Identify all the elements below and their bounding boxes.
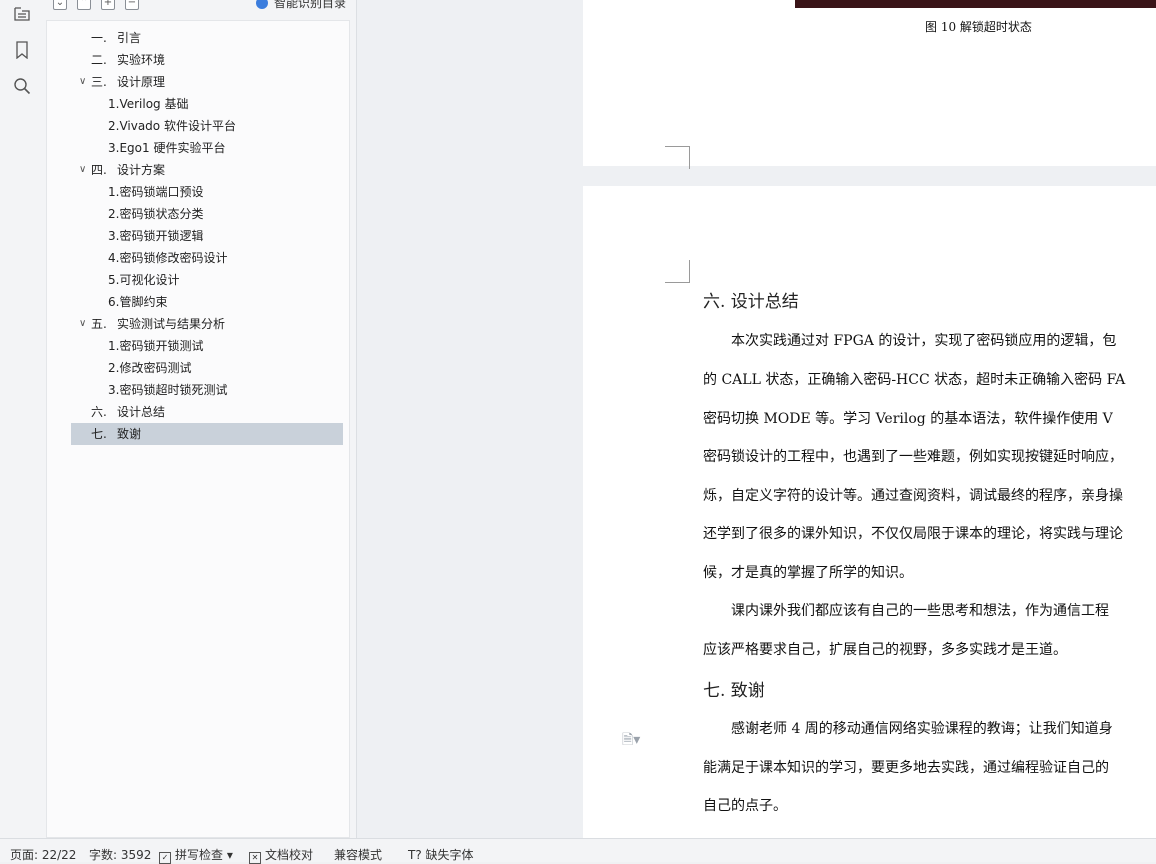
smart-outline-icon bbox=[255, 0, 268, 9]
toc-item[interactable]: 3.Ego1 硬件实验平台 bbox=[71, 137, 343, 159]
chevron-down-icon[interactable]: ∨ bbox=[79, 71, 91, 93]
toc-item[interactable]: 2.Vivado 软件设计平台 bbox=[71, 115, 343, 137]
left-rail bbox=[0, 0, 44, 838]
toc-item[interactable]: 2.修改密码测试 bbox=[71, 357, 343, 379]
figure-caption: 图 10 解锁超时状态 bbox=[925, 20, 1032, 34]
toc-item[interactable]: 5.可视化设计 bbox=[71, 269, 343, 291]
chevron-down-icon[interactable]: ∨ bbox=[79, 159, 91, 181]
status-bar: 页面: 22/22 字数: 3592 ✓ 拼写检查 ▾ ✕ 文档校对 兼容模式 T?… bbox=[0, 838, 1156, 864]
toc-item[interactable]: 一. 引言 bbox=[71, 27, 343, 49]
toc-item[interactable]: ∨ 三. 设计原理 bbox=[71, 71, 343, 93]
outline-panel: ⌄ ⌃ + − 智能识别目录 一. 引言 二. 实验环境 ∨ 三. 设计原理 1.Ver… bbox=[43, 0, 357, 838]
paragraph-line: 的 CALL 状态，正确输入密码-HCC 状态，超时未正确输入密码 FA bbox=[703, 372, 1126, 388]
proof-icon: ✕ bbox=[249, 852, 261, 864]
page-indicator[interactable]: 页面: 22/22 bbox=[10, 846, 76, 863]
word-count[interactable]: 字数: 3592 bbox=[89, 846, 151, 863]
toc-item[interactable]: 二. 实验环境 bbox=[71, 49, 343, 71]
section-heading: 六. 设计总结 bbox=[703, 292, 799, 312]
document-page: 图 10 解锁超时状态 bbox=[583, 0, 1156, 169]
search-icon[interactable] bbox=[11, 75, 33, 97]
outline-icon[interactable] bbox=[11, 3, 33, 25]
font-icon: T? bbox=[408, 848, 426, 862]
toc-item[interactable]: ∨ 五. 实验测试与结果分析 bbox=[71, 313, 343, 335]
toc-item-selected[interactable]: 七. 致谢 bbox=[71, 423, 343, 445]
paragraph-line: 密码锁设计的工程中，也遇到了一些难题，例如实现按键延时响应， bbox=[703, 449, 1123, 465]
figure-image bbox=[795, 0, 1156, 8]
page-corner-mark bbox=[665, 146, 690, 169]
page-corner-mark bbox=[665, 260, 690, 283]
expand-up-icon[interactable]: ⌃ bbox=[77, 0, 91, 10]
paragraph-line: 本次实践通过对 FPGA 的设计，实现了密码锁应用的逻辑，包 bbox=[731, 333, 1117, 349]
toc-item[interactable]: 六. 设计总结 bbox=[71, 401, 343, 423]
paragraph-line: 课内课外我们都应该有自己的一些思考和想法，作为通信工程 bbox=[731, 603, 1109, 619]
paragraph-line: 应该严格要求自己，扩展自己的视野，多多实践才是王道。 bbox=[703, 642, 1067, 658]
collapse-all-icon[interactable]: ⌄ bbox=[53, 0, 67, 10]
document-page: 六. 设计总结 本次实践通过对 FPGA 的设计，实现了密码锁应用的逻辑，包 的… bbox=[583, 186, 1156, 838]
toc-item[interactable]: ∨ 四. 设计方案 bbox=[71, 159, 343, 181]
toc-item[interactable]: 1.密码锁开锁测试 bbox=[71, 335, 343, 357]
doc-proof-button[interactable]: ✕ 文档校对 bbox=[249, 846, 313, 864]
toc-item[interactable]: 3.密码锁超时锁死测试 bbox=[71, 379, 343, 401]
paragraph-tool-icon[interactable]: 🗎▾ bbox=[622, 729, 640, 753]
toc-item[interactable]: 6.管脚约束 bbox=[71, 291, 343, 313]
paragraph-line: 还学到了很多的课外知识，不仅仅局限于课本的理论，将实践与理论 bbox=[703, 526, 1123, 542]
bookmark-icon[interactable] bbox=[11, 39, 33, 61]
check-icon: ✓ bbox=[159, 852, 171, 864]
toc-item[interactable]: 4.密码锁修改密码设计 bbox=[71, 247, 343, 269]
toc-item[interactable]: 3.密码锁开锁逻辑 bbox=[71, 225, 343, 247]
section-heading: 七. 致谢 bbox=[703, 681, 765, 701]
remove-heading-icon[interactable]: − bbox=[125, 0, 139, 10]
paragraph-line: 候，才是真的掌握了所学的知识。 bbox=[703, 565, 913, 581]
paragraph-line: 密码切换 MODE 等。学习 Verilog 的基本语法，软件操作使用 V bbox=[703, 411, 1113, 427]
outline-toolbar: ⌄ ⌃ + − 智能识别目录 bbox=[43, 0, 356, 18]
smart-outline-label: 智能识别目录 bbox=[273, 0, 346, 10]
paragraph-line: 自己的点子。 bbox=[703, 798, 787, 814]
toc-item[interactable]: 2.密码锁状态分类 bbox=[71, 203, 343, 225]
spell-check-button[interactable]: ✓ 拼写检查 ▾ bbox=[159, 846, 233, 864]
compat-mode-label[interactable]: 兼容模式 bbox=[334, 846, 382, 863]
outline-list: 一. 引言 二. 实验环境 ∨ 三. 设计原理 1.Verilog 基础 2.Vivad… bbox=[46, 20, 350, 838]
smart-outline-button[interactable]: 智能识别目录 bbox=[255, 0, 346, 11]
add-heading-icon[interactable]: + bbox=[101, 0, 115, 10]
toc-item[interactable]: 1.密码锁端口预设 bbox=[71, 181, 343, 203]
paragraph-line: 感谢老师 4 周的移动通信网络实验课程的教诲；让我们知道身 bbox=[731, 721, 1113, 737]
document-area[interactable]: 图 10 解锁超时状态 六. 设计总结 本次实践通过对 FPGA 的设计，实现了… bbox=[357, 0, 1156, 838]
missing-font-button[interactable]: T? 缺失字体 bbox=[408, 846, 474, 863]
chevron-down-icon[interactable]: ∨ bbox=[79, 313, 91, 335]
paragraph-line: 能满足于课本知识的学习，要更多地去实践，通过编程验证自己的 bbox=[703, 760, 1109, 776]
toc-item[interactable]: 1.Verilog 基础 bbox=[71, 93, 343, 115]
paragraph-line: 烁，自定义字符的设计等。通过查阅资料，调试最终的程序，亲身操 bbox=[703, 488, 1123, 504]
